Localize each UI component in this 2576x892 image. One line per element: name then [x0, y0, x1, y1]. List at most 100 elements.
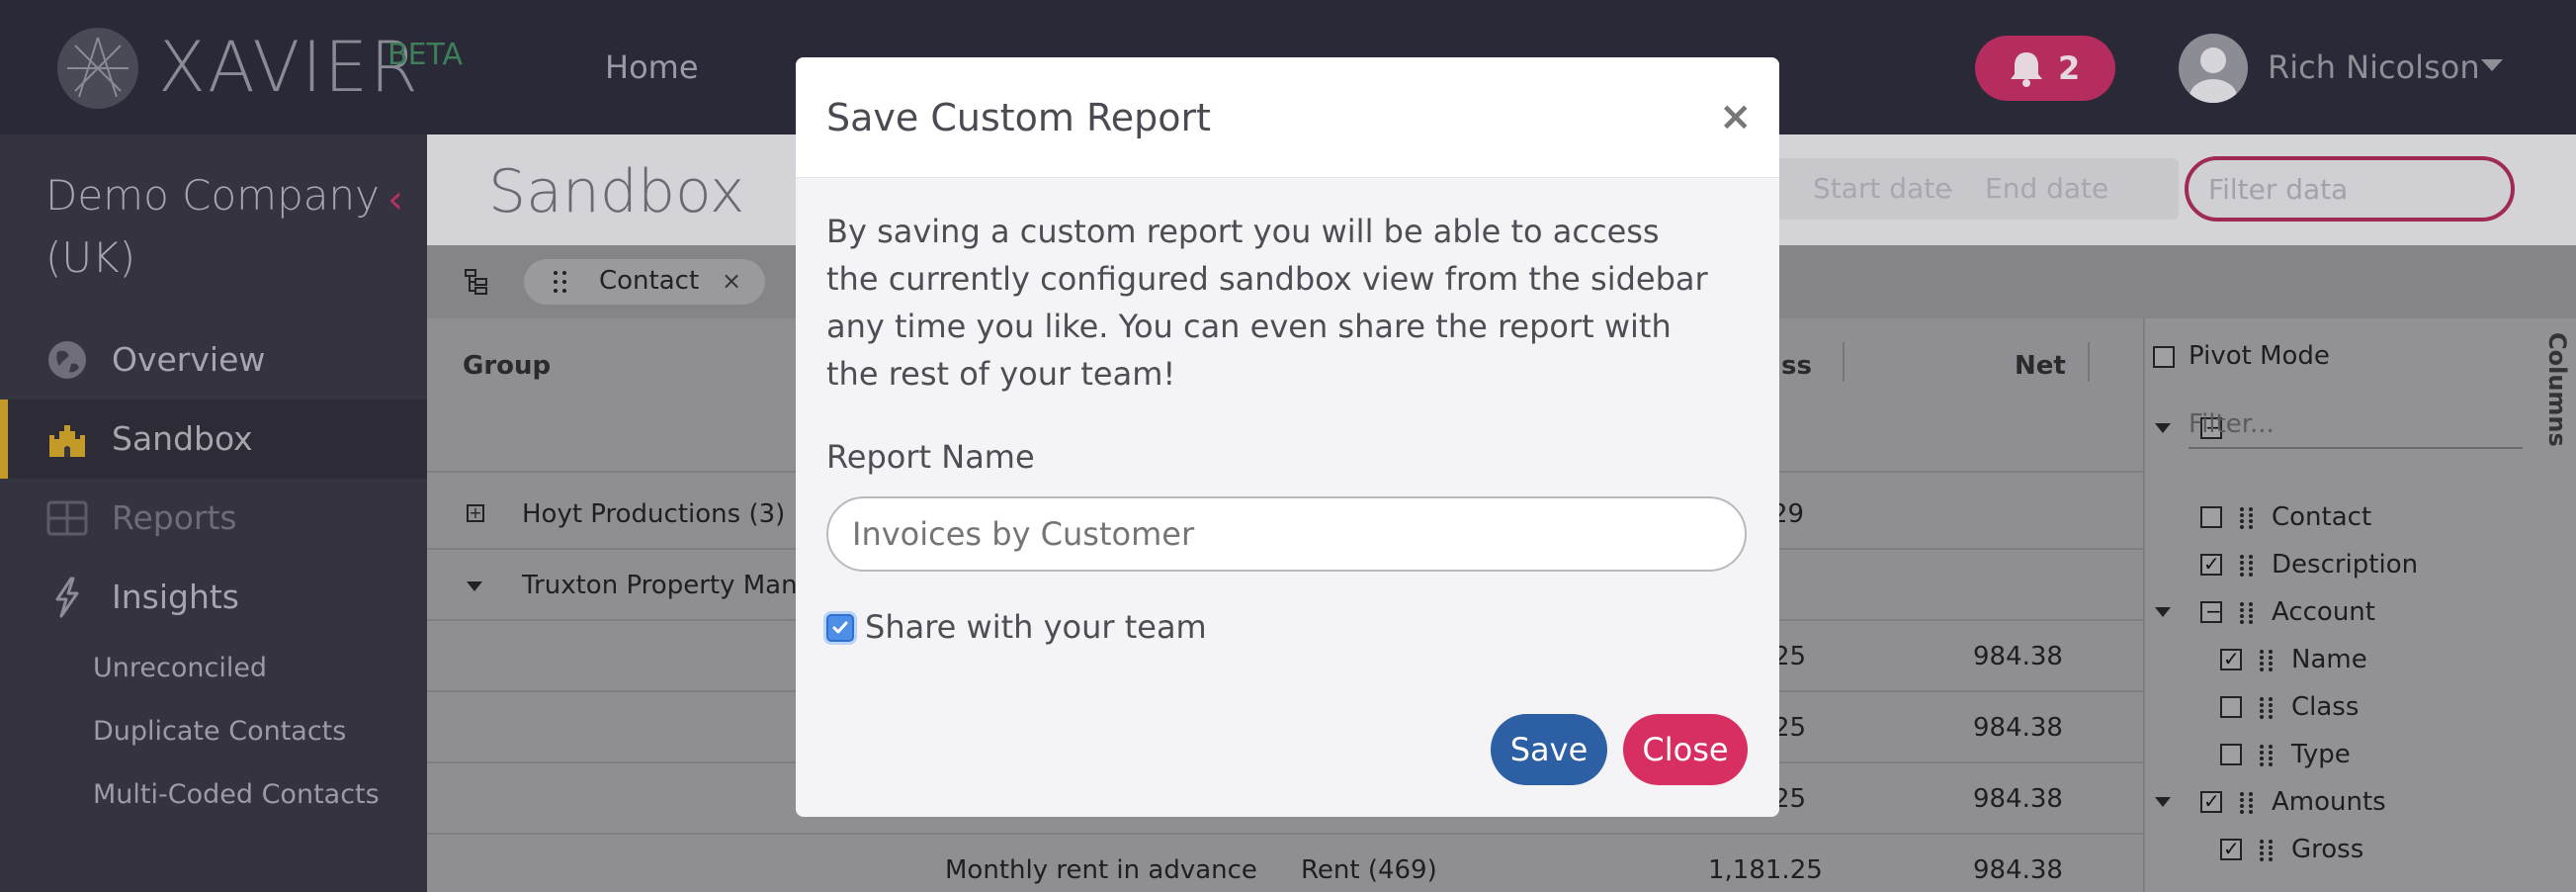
row-group: Truxton Property Manag	[522, 571, 830, 600]
drag-handle-icon[interactable]	[2238, 554, 2256, 578]
column-checkbox-amounts[interactable]	[2200, 788, 2222, 814]
chevron-down-icon[interactable]	[2155, 423, 2171, 433]
sidebar-item-sandbox[interactable]: Sandbox	[0, 400, 427, 479]
sidebar-subitem-multi-coded-contacts[interactable]: Multi-Coded Contacts	[93, 778, 380, 812]
modal-description: By saving a custom report you will be ab…	[826, 213, 1708, 393]
column-checkbox-type[interactable]	[2220, 744, 2242, 765]
notifications-count: 2	[2058, 49, 2081, 87]
report-name-input[interactable]	[826, 496, 1747, 572]
date-range-picker[interactable]: Start date - End date	[1763, 158, 2179, 220]
remove-group-icon[interactable]: ×	[722, 265, 741, 297]
column-label-description: Description	[2272, 550, 2419, 580]
columns-tab[interactable]: Columns	[2538, 322, 2576, 447]
header-gross[interactable]: ss	[1781, 350, 1812, 382]
column-checkbox-description[interactable]	[2200, 551, 2222, 577]
sidebar-item-label: Insights	[112, 578, 240, 616]
pivot-mode-label: Pivot Mode	[2189, 341, 2330, 371]
tree-icon	[465, 269, 487, 295]
modal-title: Save Custom Report	[826, 96, 1211, 139]
table-row[interactable]: Monthly rent in advance Rent (469) 1,181…	[427, 835, 2143, 892]
share-with-team-checkbox[interactable]	[826, 614, 854, 642]
close-button[interactable]: Close	[1623, 714, 1748, 785]
row-account: Rent (469)	[1301, 855, 1437, 885]
column-label-name: Name	[2291, 645, 2367, 674]
drag-handle-icon[interactable]	[2258, 649, 2275, 672]
header-group[interactable]: Group	[463, 350, 551, 382]
end-date-field[interactable]: End date	[1985, 172, 2108, 206]
drag-handle-icon[interactable]	[2238, 506, 2256, 530]
modal-header: Save Custom Report ×	[796, 57, 1779, 178]
group-chip-label: Contact	[599, 266, 700, 296]
avatar[interactable]	[2179, 34, 2248, 103]
pivot-mode-checkbox[interactable]	[2153, 346, 2175, 368]
column-filter-input[interactable]: Filter...	[2189, 401, 2523, 449]
column-label-gross: Gross	[2291, 835, 2364, 864]
drag-handle-icon[interactable]	[2238, 791, 2256, 815]
sidebar-item-label: Reports	[112, 498, 237, 537]
sidebar: Demo Company (UK) ‹ Overview Sandbox Rep…	[0, 134, 427, 892]
close-icon[interactable]: ×	[1719, 97, 1753, 136]
row-net: 984.38	[1973, 855, 2063, 885]
chevron-down-icon[interactable]	[2155, 797, 2171, 807]
column-checkbox-contact[interactable]	[2200, 506, 2222, 528]
sidebar-item-overview[interactable]: Overview	[0, 320, 427, 400]
logo-text: XAVIER	[158, 27, 420, 108]
collapse-icon[interactable]	[467, 581, 482, 591]
header-divider[interactable]	[1843, 342, 1845, 382]
column-label-contact: Contact	[2272, 502, 2372, 532]
column-checkbox-gross[interactable]	[2220, 836, 2242, 861]
chevron-down-icon[interactable]	[2481, 59, 2503, 71]
grid-icon	[46, 500, 88, 536]
share-with-team-label[interactable]: Share with your team	[865, 607, 1207, 647]
sidebar-subitem-duplicate-contacts[interactable]: Duplicate Contacts	[93, 715, 346, 749]
column-checkbox-class[interactable]	[2220, 696, 2242, 718]
notifications-button[interactable]: 2	[1975, 36, 2115, 101]
sidebar-item-insights[interactable]: Insights	[0, 558, 427, 637]
collapse-sidebar-icon[interactable]: ‹	[387, 180, 403, 220]
drag-handle-icon[interactable]	[2238, 601, 2256, 625]
header-net[interactable]: Net	[2015, 350, 2066, 382]
castle-icon	[49, 425, 85, 457]
column-checkbox-name[interactable]	[2220, 646, 2242, 671]
columns-tab-label: Columns	[2543, 332, 2571, 447]
xavier-logo-icon[interactable]	[57, 28, 138, 109]
drag-handle-icon[interactable]	[2258, 744, 2275, 767]
start-date-field[interactable]: Start date	[1813, 172, 1951, 206]
row-net: 984.38	[1973, 642, 2063, 671]
column-label-amounts: Amounts	[2272, 787, 2386, 817]
row-gross: 1,181.25	[1708, 855, 1823, 885]
save-report-modal: Save Custom Report × By saving a custom …	[796, 57, 1779, 817]
expand-icon[interactable]: +	[467, 504, 484, 522]
sidebar-item-label: Overview	[112, 340, 266, 379]
column-label-type: Type	[2291, 740, 2351, 769]
bell-icon	[2011, 52, 2042, 87]
chevron-down-icon[interactable]	[2155, 607, 2171, 617]
user-name[interactable]: Rich Nicolson	[2268, 47, 2480, 87]
globe-icon	[48, 341, 86, 379]
column-checkbox-account[interactable]	[2200, 597, 2222, 625]
filter-data-input[interactable]: Filter data	[2185, 156, 2515, 222]
save-button[interactable]: Save	[1491, 714, 1607, 785]
drag-handle-icon[interactable]	[2258, 839, 2275, 862]
bolt-icon	[55, 577, 79, 618]
group-chip-contact[interactable]: Contact ×	[524, 259, 765, 305]
date-separator: -	[1943, 172, 1954, 205]
page-title: Sandbox	[488, 157, 745, 226]
drag-handle-icon[interactable]	[2258, 696, 2275, 720]
row-group: Hoyt Productions (3)	[522, 499, 786, 529]
nav-home-link[interactable]: Home	[605, 47, 699, 87]
header-divider[interactable]	[2088, 342, 2090, 382]
sidebar-subitem-unreconciled[interactable]: Unreconciled	[93, 652, 267, 685]
column-label-account: Account	[2272, 597, 2375, 627]
check-icon	[832, 621, 848, 634]
row-net: 984.38	[1973, 713, 2063, 743]
drag-handle-icon[interactable]	[552, 269, 569, 295]
beta-badge: BETA	[387, 38, 464, 72]
filter-placeholder: Filter data	[2208, 173, 2349, 206]
column-filter-placeholder: Filter...	[2189, 409, 2275, 439]
report-name-label: Report Name	[826, 438, 1035, 476]
company-name: Demo Company (UK)	[45, 171, 380, 282]
row-net: 984.38	[1973, 784, 2063, 814]
sidebar-item-reports[interactable]: Reports	[0, 479, 427, 558]
row-description: Monthly rent in advance	[945, 855, 1257, 885]
